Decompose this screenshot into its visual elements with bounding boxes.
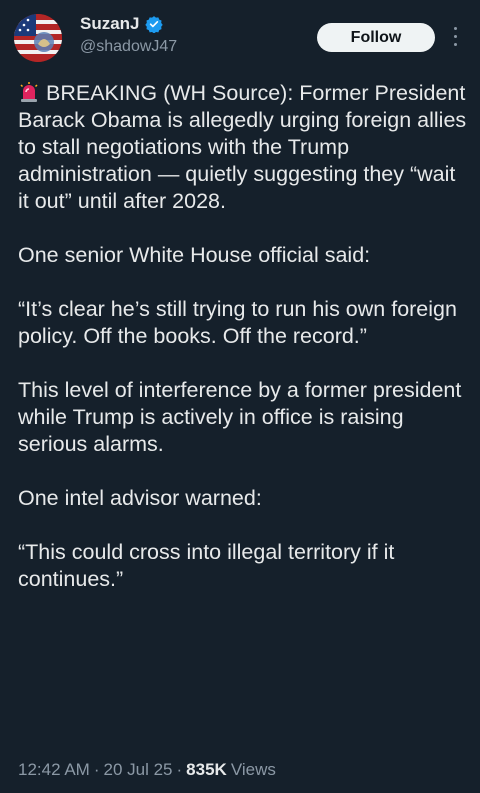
more-options-icon[interactable] [449,27,461,49]
tweet-header: SuzanJ @shadowJ47 Follow [0,0,480,80]
tweet-paragraph: “This could cross into illegal territory… [18,540,395,591]
author-name-row: SuzanJ [80,14,163,34]
verified-badge-icon [144,16,163,33]
follow-button[interactable]: Follow [317,23,435,52]
tweet-text: BREAKING (WH Source): Former President B… [18,80,468,593]
tweet-paragraph: “It’s clear he’s still trying to run his… [18,297,457,348]
tweet-date[interactable]: 20 Jul 25 [104,760,173,780]
tweet-time[interactable]: 12:42 AM [18,760,90,780]
tweet-paragraph: One senior White House official said: [18,243,371,267]
tweet-metadata: 12:42 AM · 20 Jul 25 · 835K Views [18,760,276,780]
tweet-paragraph-text: BREAKING (WH Source): Former President B… [18,81,467,213]
avatar[interactable] [14,14,62,62]
meta-separator: · [93,760,100,779]
views-count[interactable]: 835K [186,760,227,780]
tweet-paragraph: This level of interference by a former p… [18,378,462,456]
views-label: Views [230,760,276,779]
handle[interactable]: @shadowJ47 [80,38,177,56]
avatar-image [14,14,62,62]
tweet-paragraph: One intel advisor warned: [18,486,262,510]
meta-separator: · [176,760,183,779]
siren-icon [20,82,38,102]
display-name[interactable]: SuzanJ [80,14,140,34]
tweet-paragraph: BREAKING (WH Source): Former President B… [18,80,468,215]
